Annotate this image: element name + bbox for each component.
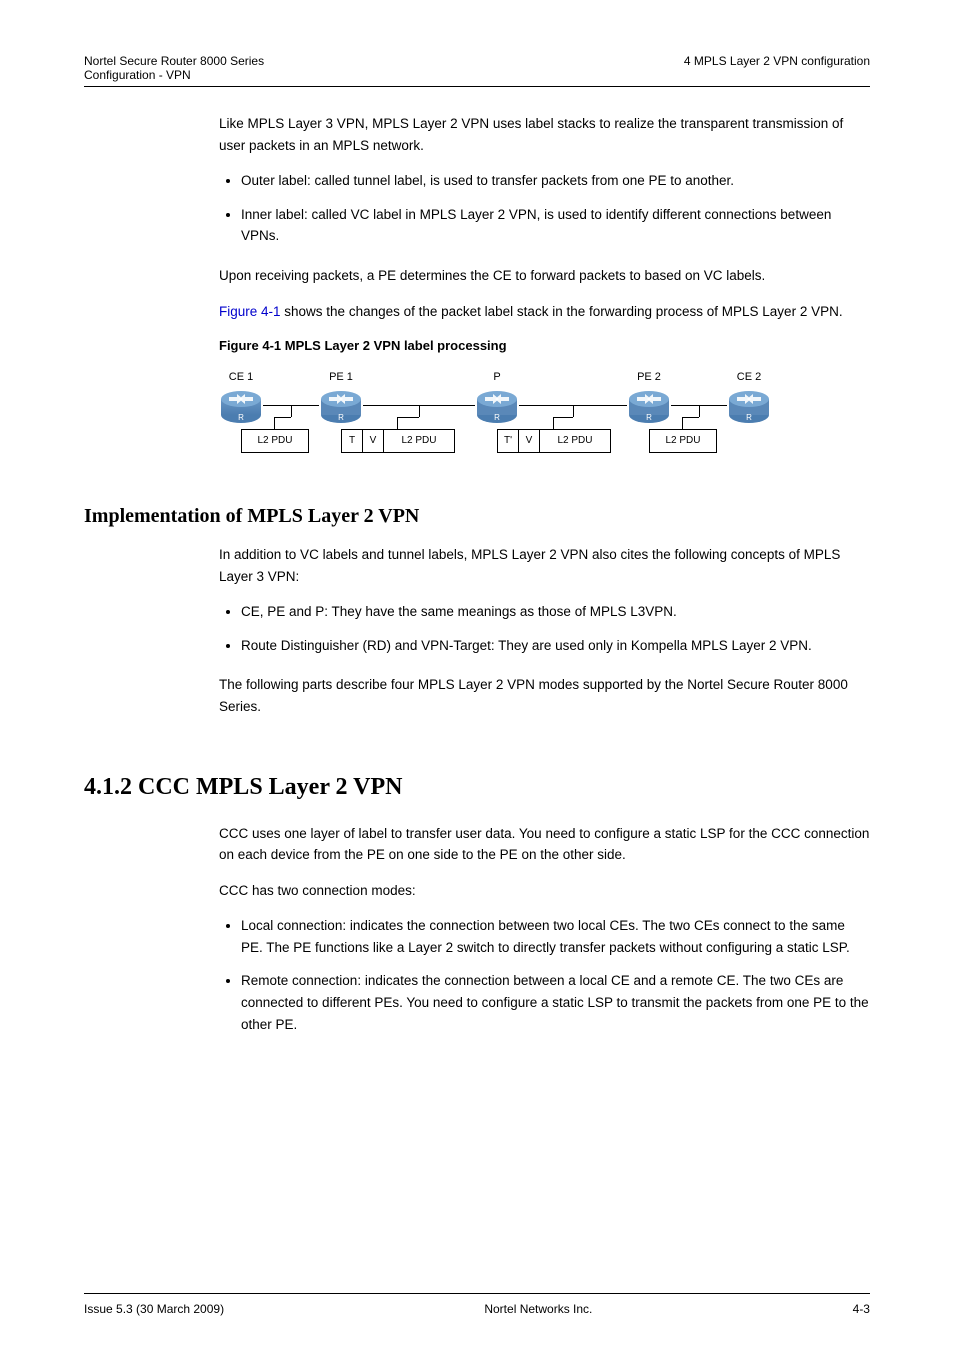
intro-paragraph: Like MPLS Layer 3 VPN, MPLS Layer 2 VPN … bbox=[219, 113, 870, 156]
router-ce1: CE 1 R bbox=[219, 385, 263, 425]
heading-ccc: 4.1.2 CCC MPLS Layer 2 VPN bbox=[84, 774, 870, 801]
label-box-l2pdu-right: L2 PDU bbox=[649, 429, 717, 453]
seg-v: V bbox=[363, 433, 383, 449]
impl-para1: In addition to VC labels and tunnel labe… bbox=[219, 544, 870, 587]
heading-implementation: Implementation of MPLS Layer 2 VPN bbox=[84, 505, 870, 528]
router-pe1: PE 1 R bbox=[319, 385, 363, 425]
connector bbox=[553, 417, 573, 418]
intro-bullet-list: Outer label: called tunnel label, is use… bbox=[219, 170, 870, 247]
router-label-ce2: CE 2 bbox=[727, 369, 771, 387]
label-box-l2pdu-left: L2 PDU bbox=[241, 429, 309, 453]
connector bbox=[274, 417, 275, 429]
header-right: 4 MPLS Layer 2 VPN configuration bbox=[684, 54, 870, 82]
intro-bullet-1: Outer label: called tunnel label, is use… bbox=[241, 170, 870, 192]
seg-l2: L2 PDU bbox=[384, 433, 454, 449]
header-left: Nortel Secure Router 8000 Series Configu… bbox=[84, 54, 264, 82]
svg-text:R: R bbox=[646, 413, 652, 422]
svg-text:R: R bbox=[494, 413, 500, 422]
figure-caption: Figure 4-1 MPLS Layer 2 VPN label proces… bbox=[219, 336, 870, 357]
figure-reference-text: shows the changes of the packet label st… bbox=[281, 304, 843, 319]
connector bbox=[274, 417, 291, 418]
connector bbox=[397, 417, 419, 418]
router-icon: R bbox=[627, 385, 671, 425]
footer-right: 4-3 bbox=[853, 1302, 870, 1316]
router-label-p: P bbox=[475, 369, 519, 387]
main-content: Like MPLS Layer 3 VPN, MPLS Layer 2 VPN … bbox=[219, 113, 870, 463]
ccc-para1: CCC uses one layer of label to transfer … bbox=[219, 823, 870, 866]
ccc-bullet-1: Local connection: indicates the connecti… bbox=[241, 915, 870, 958]
header-left-line1: Nortel Secure Router 8000 Series bbox=[84, 54, 264, 68]
router-icon: R bbox=[219, 385, 263, 425]
page-footer: Issue 5.3 (30 March 2009) Nortel Network… bbox=[84, 1302, 870, 1316]
ccc-bullet-list: Local connection: indicates the connecti… bbox=[219, 915, 870, 1035]
label-box-tvl2-2: T' V L2 PDU bbox=[497, 429, 611, 453]
seg-tprime: T' bbox=[498, 433, 518, 449]
connector bbox=[291, 405, 292, 417]
router-icon: R bbox=[727, 385, 771, 425]
impl-bullet-2: Route Distinguisher (RD) and VPN-Target:… bbox=[241, 635, 870, 657]
header-divider bbox=[84, 86, 870, 87]
router-label-ce1: CE 1 bbox=[219, 369, 263, 387]
header-left-line2: Configuration - VPN bbox=[84, 68, 264, 82]
connector bbox=[699, 405, 700, 417]
document-page: Nortel Secure Router 8000 Series Configu… bbox=[0, 0, 954, 1350]
seg-t: T bbox=[342, 433, 362, 449]
svg-text:R: R bbox=[338, 413, 344, 422]
connector bbox=[553, 417, 554, 429]
impl-content: In addition to VC labels and tunnel labe… bbox=[219, 544, 870, 718]
seg-l2-2: L2 PDU bbox=[540, 433, 610, 449]
connector bbox=[397, 417, 398, 429]
router-pe2: PE 2 R bbox=[627, 385, 671, 425]
ccc-content: CCC uses one layer of label to transfer … bbox=[219, 823, 870, 1036]
connector bbox=[573, 405, 574, 417]
router-label-pe2: PE 2 bbox=[627, 369, 671, 387]
connector bbox=[682, 417, 683, 429]
intro-bullet-2: Inner label: called VC label in MPLS Lay… bbox=[241, 204, 870, 247]
impl-bullet-list: CE, PE and P: They have the same meaning… bbox=[219, 601, 870, 656]
router-label-pe1: PE 1 bbox=[319, 369, 363, 387]
page-header: Nortel Secure Router 8000 Series Configu… bbox=[84, 54, 870, 86]
router-ce2: CE 2 R bbox=[727, 385, 771, 425]
router-p: P R bbox=[475, 385, 519, 425]
impl-para2: The following parts describe four MPLS L… bbox=[219, 674, 870, 717]
footer-left: Issue 5.3 (30 March 2009) bbox=[84, 1302, 224, 1316]
svg-text:R: R bbox=[746, 413, 752, 422]
connector bbox=[682, 417, 699, 418]
ccc-bullet-2: Remote connection: indicates the connect… bbox=[241, 970, 870, 1035]
figure-diagram: CE 1 R PE 1 R bbox=[219, 367, 775, 463]
figure-reference: Figure 4-1 shows the changes of the pack… bbox=[219, 301, 870, 323]
label-box-tvl2-1: T V L2 PDU bbox=[341, 429, 455, 453]
router-icon: R bbox=[319, 385, 363, 425]
footer-center: Nortel Networks Inc. bbox=[484, 1302, 592, 1316]
svg-text:R: R bbox=[238, 413, 244, 422]
footer-divider bbox=[84, 1293, 870, 1294]
router-icon: R bbox=[475, 385, 519, 425]
impl-bullet-1: CE, PE and P: They have the same meaning… bbox=[241, 601, 870, 623]
connector bbox=[419, 405, 420, 417]
ccc-para2: CCC has two connection modes: bbox=[219, 880, 870, 902]
seg-v2: V bbox=[519, 433, 539, 449]
intro-after: Upon receiving packets, a PE determines … bbox=[219, 265, 870, 287]
figure-link[interactable]: Figure 4-1 bbox=[219, 304, 281, 319]
